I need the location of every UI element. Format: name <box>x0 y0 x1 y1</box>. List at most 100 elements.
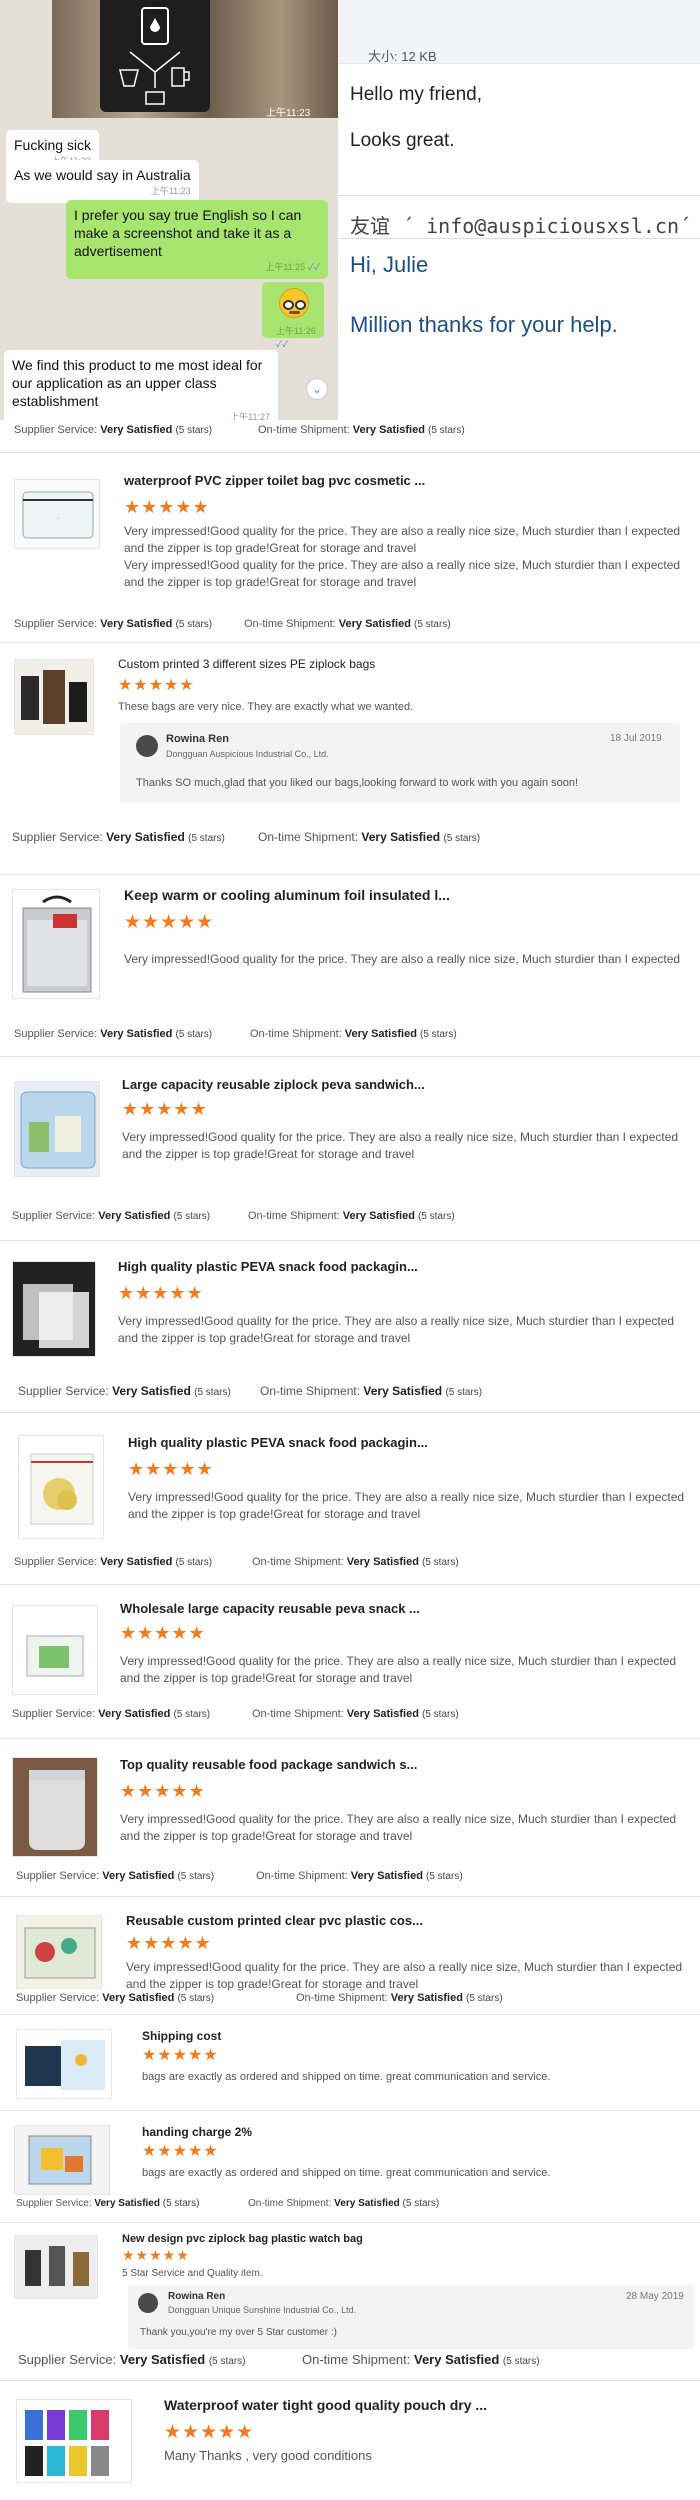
supplier-reply: Rowina Ren Dongguan Auspicious Industria… <box>120 723 680 803</box>
review-text: Very impressed!Good quality for the pric… <box>120 1654 677 1685</box>
rating-line: On-time Shipment: Very Satisfied (5 star… <box>250 1028 457 1040</box>
supplier-rating: Very Satisfied <box>100 424 173 436</box>
rating-line: On-time Shipment: Very Satisfied (5 star… <box>260 1384 482 1398</box>
product-thumbnail[interactable] <box>16 1915 102 1989</box>
ontime-label: On-time Shipment: <box>244 618 336 630</box>
email-screenshot: 大小: 12 KB Hello my friend, Looks great. … <box>338 0 700 420</box>
product-thumbnail[interactable] <box>12 1605 98 1695</box>
star-rating: ★★★★★ <box>126 1933 212 1953</box>
supplier-rating: Very Satisfied <box>112 1384 191 1398</box>
supplier-label: Supplier Service: <box>14 1028 98 1040</box>
product-thumbnail[interactable]: · <box>14 479 100 549</box>
ontime-label: On-time Shipment: <box>260 1384 361 1398</box>
star-count: (5 stars) <box>177 1993 215 2004</box>
chat-message[interactable]: As we would say in Australia 上午11:23 <box>6 160 199 203</box>
review-title[interactable]: New design pvc ziplock bag plastic watch… <box>122 2233 363 2245</box>
supplier-label: Supplier Service: <box>12 1210 96 1222</box>
reply-company: Dongguan Unique Sunshine Industrial Co.,… <box>168 2305 357 2315</box>
star-count: (5 stars) <box>175 1029 213 1040</box>
nerd-face-emoji[interactable]: 上午11:26 ✓✓ <box>262 282 324 349</box>
star-rating: ★★★★★ <box>128 1459 214 1479</box>
supplier-label: Supplier Service: <box>16 1992 100 2004</box>
review-text: Very impressed!Good quality for the pric… <box>122 1130 679 1161</box>
reply-message: Thank you,you're my over 5 Star customer… <box>140 2327 337 2338</box>
star-rating: ★★★★★ <box>120 1781 206 1801</box>
star-count: (5 stars) <box>177 1871 215 1882</box>
product-thumbnail[interactable] <box>18 1435 104 1539</box>
review-title[interactable]: Waterproof water tight good quality pouc… <box>164 2397 487 2413</box>
star-rating: ★★★★★ <box>124 912 215 933</box>
ontime-rating: Very Satisfied <box>390 1992 463 2004</box>
review-text: Very impressed!Good quality for the pric… <box>120 1812 677 1843</box>
review-text: 5 Star Service and Quality item. <box>122 2268 263 2279</box>
supplier-rating: Very Satisfied <box>100 618 173 630</box>
ontime-label: On-time Shipment: <box>248 2198 332 2209</box>
ontime-rating: Very Satisfied <box>414 2352 500 2367</box>
product-thumbnail[interactable] <box>12 1261 96 1357</box>
supplier-reply: Rowina Ren Dongguan Unique Sunshine Indu… <box>128 2285 694 2349</box>
svg-text:·: · <box>57 515 59 522</box>
product-thumbnail[interactable] <box>14 1081 100 1177</box>
photo-timestamp: 上午11:23 <box>266 108 311 119</box>
product-thumbnail[interactable] <box>14 2125 110 2195</box>
reply-date: 28 May 2019 <box>626 2291 684 2302</box>
rating-line: Supplier Service: Very Satisfied (5 star… <box>12 1708 210 1720</box>
product-thumbnail[interactable] <box>12 1757 98 1857</box>
rating-line: Supplier Service: Very Satisfied (5 star… <box>18 1384 231 1398</box>
review-title[interactable]: Large capacity reusable ziplock peva san… <box>122 1077 425 1092</box>
supplier-label: Supplier Service: <box>14 618 98 630</box>
star-rating: ★★★★★ <box>122 1099 208 1119</box>
product-thumbnail[interactable] <box>16 2399 132 2483</box>
review-title[interactable]: Reusable custom printed clear pvc plasti… <box>126 1913 423 1928</box>
review-text: Many Thanks , very good conditions <box>164 2448 372 2463</box>
review-text: bags are exactly as ordered and shipped … <box>142 2167 551 2179</box>
rating-line: Supplier Service: Very Satisfied (5 star… <box>14 1028 212 1040</box>
star-rating: ★★★★★ <box>118 1283 204 1303</box>
star-rating: ★★★★★ <box>122 2247 190 2263</box>
review-title[interactable]: High quality plastic PEVA snack food pac… <box>118 1259 418 1274</box>
rating-line: On-time Shipment: Very Satisfied (5 star… <box>302 2352 540 2367</box>
review-title[interactable]: Keep warm or cooling aluminum foil insul… <box>124 887 450 903</box>
ontime-rating: Very Satisfied <box>361 830 441 844</box>
email-sender: 友谊 ´ info@auspiciousxsl.cn´ <box>350 214 692 238</box>
review-title[interactable]: Shipping cost <box>142 2029 221 2043</box>
star-count: (5 stars) <box>175 619 213 630</box>
review-item: Custom printed 3 different sizes PE zipl… <box>0 642 700 882</box>
chat-message[interactable]: We find this product to me most ideal fo… <box>4 350 278 420</box>
chat-photo[interactable]: 上午11:23 <box>52 0 338 119</box>
product-thumbnail[interactable] <box>14 659 94 735</box>
review-title[interactable]: High quality plastic PEVA snack food pac… <box>128 1435 428 1450</box>
star-count: (5 stars) <box>208 2356 246 2367</box>
product-thumbnail[interactable] <box>12 889 100 999</box>
ontime-label: On-time Shipment: <box>296 1992 388 2004</box>
chevron-down-icon[interactable]: ⌄ <box>306 378 328 400</box>
message-text: Fucking sick <box>14 137 92 153</box>
review-title[interactable]: Top quality reusable food package sandwi… <box>120 1757 417 1772</box>
review-text: Very impressed!Good quality for the pric… <box>124 952 681 966</box>
supplier-rating: Very Satisfied <box>98 1708 171 1720</box>
review-item: Shipping cost ★★★★★ bags are exactly as … <box>0 2014 700 2110</box>
rating-line: Supplier Service: Very Satisfied (5 star… <box>16 1870 214 1882</box>
product-thumbnail[interactable] <box>16 2029 112 2099</box>
read-check-icon: ✓✓ <box>307 262 320 272</box>
message-time: 上午11:25 <box>265 262 306 272</box>
supplier-rating: Very Satisfied <box>100 1556 173 1568</box>
review-title[interactable]: Wholesale large capacity reusable peva s… <box>120 1601 420 1616</box>
message-time: 上午11:23 <box>150 186 191 196</box>
chat-screenshot: 上午11:23 Fucking sick 上午11:23 As we would… <box>0 0 338 420</box>
review-title[interactable]: handing charge 2% <box>142 2125 252 2139</box>
star-rating: ★★★★★ <box>120 1623 206 1643</box>
review-title[interactable]: Custom printed 3 different sizes PE zipl… <box>118 657 375 671</box>
chat-message[interactable]: I prefer you say true English so I can m… <box>66 200 328 279</box>
ontime-rating: Very Satisfied <box>346 1708 419 1720</box>
reply-author: Rowina Ren <box>168 2291 226 2302</box>
review-text: These bags are very nice. They are exact… <box>118 701 414 713</box>
attachment-size: 大小: 12 KB <box>368 49 437 64</box>
star-count: (5 stars) <box>173 1709 211 1720</box>
review-text: bags are exactly as ordered and shipped … <box>142 2071 551 2083</box>
review-title[interactable]: waterproof PVC zipper toilet bag pvc cos… <box>124 473 425 488</box>
product-thumbnail[interactable] <box>14 2235 98 2299</box>
ontime-rating: Very Satisfied <box>352 424 425 436</box>
ontime-rating: Very Satisfied <box>344 1028 417 1040</box>
star-count: (5 stars) <box>443 833 481 844</box>
